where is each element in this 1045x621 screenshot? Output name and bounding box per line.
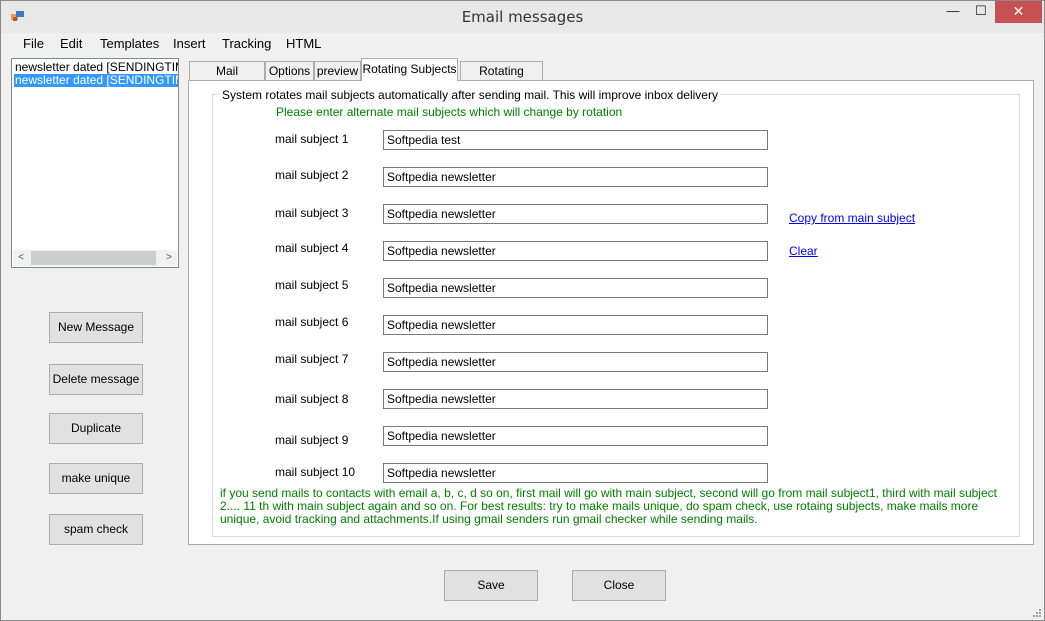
minimize-button[interactable]: — bbox=[939, 1, 967, 23]
menu-tracking[interactable]: Tracking bbox=[222, 36, 271, 51]
scroll-thumb[interactable] bbox=[31, 251, 156, 265]
spam-check-button[interactable]: spam check bbox=[49, 514, 143, 545]
make-unique-button[interactable]: make unique bbox=[49, 463, 143, 494]
subject-label-1: mail subject 1 bbox=[275, 132, 349, 146]
menu-file[interactable]: File bbox=[23, 36, 44, 51]
rotating-subjects-panel: System rotates mail subjects automatical… bbox=[188, 80, 1034, 545]
scroll-right-icon[interactable]: > bbox=[161, 250, 177, 266]
close-window-button[interactable]: ✕ bbox=[995, 1, 1042, 23]
save-button[interactable]: Save bbox=[444, 570, 538, 601]
subject-label-6: mail subject 6 bbox=[275, 315, 349, 329]
rotation-hint: Please enter alternate mail subjects whi… bbox=[276, 105, 623, 119]
message-list[interactable]: newsletter dated [SENDINGTIME] newslette… bbox=[11, 58, 179, 268]
menu-templates[interactable]: Templates bbox=[100, 36, 159, 51]
subject-input-3[interactable]: Softpedia newsletter bbox=[383, 204, 768, 224]
tab-rotating-bodies[interactable]: Rotating Bodies bbox=[460, 61, 543, 96]
subject-input-10[interactable]: Softpedia newsletter bbox=[383, 463, 768, 483]
subject-label-9: mail subject 9 bbox=[275, 433, 349, 447]
tab-rotating-subjects[interactable]: Rotating Subjects bbox=[361, 58, 458, 81]
subject-input-2[interactable]: Softpedia newsletter bbox=[383, 167, 768, 187]
subject-label-2: mail subject 2 bbox=[275, 168, 349, 182]
email-messages-window: Email messages — ☐ ✕ File Edit Templates… bbox=[0, 0, 1045, 621]
close-button[interactable]: Close bbox=[572, 570, 666, 601]
menu-edit[interactable]: Edit bbox=[60, 36, 82, 51]
resize-grip-icon[interactable] bbox=[1031, 607, 1041, 617]
delete-message-button[interactable]: Delete message bbox=[49, 364, 143, 395]
tab-preview[interactable]: preview bbox=[314, 61, 361, 80]
group-caption: System rotates mail subjects automatical… bbox=[220, 88, 720, 102]
subject-input-6[interactable]: Softpedia newsletter bbox=[383, 315, 768, 335]
subject-input-4[interactable]: Softpedia newsletter bbox=[383, 241, 768, 261]
window-title: Email messages bbox=[461, 8, 584, 26]
title-bar[interactable]: Email messages — ☐ ✕ bbox=[1, 1, 1044, 33]
rotation-note: if you send mails to contacts with email… bbox=[220, 486, 997, 526]
duplicate-button[interactable]: Duplicate bbox=[49, 413, 143, 444]
menu-bar: File Edit Templates Insert Tracking HTML bbox=[1, 33, 1044, 55]
subject-label-8: mail subject 8 bbox=[275, 392, 349, 406]
subject-input-9[interactable]: Softpedia newsletter bbox=[383, 426, 768, 446]
horizontal-scrollbar[interactable]: < > bbox=[13, 250, 177, 266]
menu-insert[interactable]: Insert bbox=[173, 36, 206, 51]
maximize-button[interactable]: ☐ bbox=[967, 1, 995, 23]
rotation-groupbox: System rotates mail subjects automatical… bbox=[212, 88, 1020, 537]
menu-html[interactable]: HTML bbox=[286, 36, 321, 51]
tab-options[interactable]: Options bbox=[265, 61, 314, 80]
tab-mail-message[interactable]: Mail Message bbox=[189, 61, 265, 96]
subject-label-5: mail subject 5 bbox=[275, 278, 349, 292]
subject-label-3: mail subject 3 bbox=[275, 206, 349, 220]
subject-label-4: mail subject 4 bbox=[275, 241, 349, 255]
list-item-selected[interactable]: newsletter dated [SENDINGTIME] bbox=[14, 74, 178, 87]
subject-input-7[interactable]: Softpedia newsletter bbox=[383, 352, 768, 372]
subject-label-10: mail subject 10 bbox=[275, 465, 356, 479]
subject-input-8[interactable]: Softpedia newsletter bbox=[383, 389, 768, 409]
subject-label-7: mail subject 7 bbox=[275, 352, 349, 366]
new-message-button[interactable]: New Message bbox=[49, 312, 143, 343]
scroll-left-icon[interactable]: < bbox=[13, 250, 29, 266]
subject-input-5[interactable]: Softpedia newsletter bbox=[383, 278, 768, 298]
copy-from-main-subject-link[interactable]: Copy from main subject bbox=[789, 211, 915, 225]
subject-input-1[interactable]: Softpedia test bbox=[383, 130, 768, 150]
clear-link[interactable]: Clear bbox=[789, 244, 818, 258]
